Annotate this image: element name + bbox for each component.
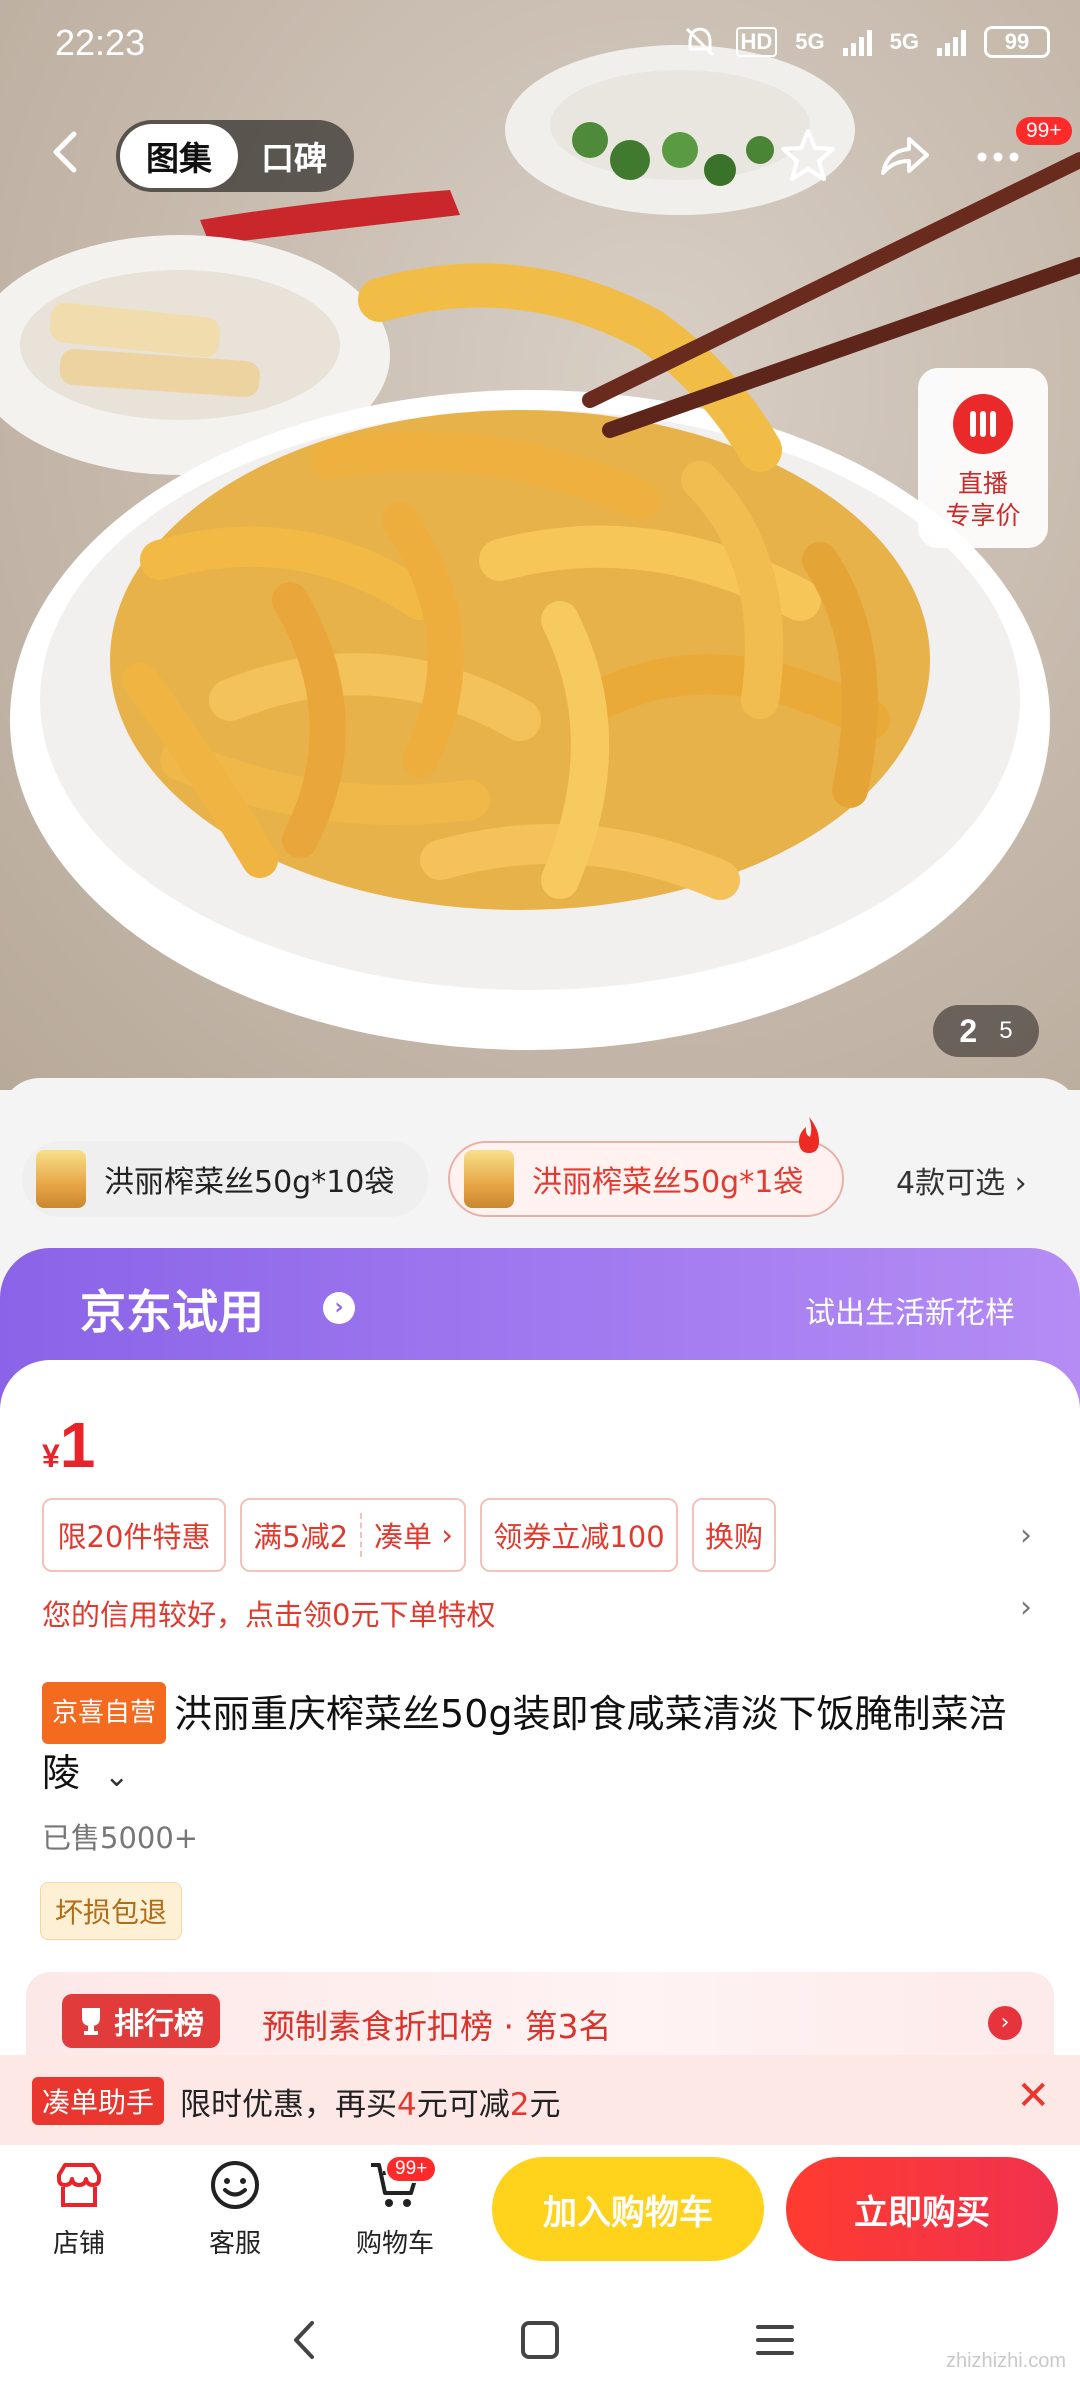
cart-label: 购物车 <box>355 2229 434 2259</box>
price-value: 1 <box>59 1409 96 1481</box>
chevron-right-icon[interactable]: › <box>1020 1518 1032 1553</box>
signal-icon-2 <box>937 28 966 56</box>
product-title: 洪丽重庆榨菜丝50g装即食咸菜清淡下饭腌制菜涪陵 <box>42 1692 1007 1795</box>
expand-chevron-icon[interactable]: ⌄ <box>104 1759 129 1794</box>
promo-bundle-label: 凑单 <box>374 1520 433 1554</box>
sold-count: 已售5000+ <box>42 1821 199 1855</box>
signal-icon <box>842 28 872 56</box>
promo-exchange[interactable]: 换购 <box>692 1498 776 1572</box>
live-price-card[interactable]: 直播 专享价 <box>918 368 1048 548</box>
live-sub-label: 专享价 <box>945 501 1021 530</box>
store-icon <box>57 2163 101 2207</box>
promo-limited-deal[interactable]: 限20件特惠 <box>42 1498 226 1572</box>
system-home-icon[interactable] <box>515 2315 565 2365</box>
system-navigation-bar <box>0 2285 1080 2400</box>
live-label: 直播 <box>957 469 1008 498</box>
system-back-icon[interactable] <box>280 2315 330 2365</box>
credit-notice[interactable]: 您的信用较好，点击领0元下单特权 <box>42 1592 495 1634</box>
variant-thumbnail <box>464 1150 514 1208</box>
buy-now-button[interactable]: 立即购买 <box>786 2157 1058 2261</box>
message-badge: 99+ <box>1016 117 1072 145</box>
variant-chip-10-pack[interactable]: 洪丽榨菜丝50g*10袋 <box>22 1141 428 1217</box>
customer-service-button[interactable]: 客服 <box>180 2157 290 2260</box>
ranking-tag: 排行榜 <box>62 1994 220 2048</box>
cart-count-badge: 99+ <box>385 2155 438 2183</box>
price: ¥1 <box>42 1408 95 1482</box>
image-pager: 2 5 <box>933 1005 1039 1057</box>
trophy-icon <box>82 2008 100 2035</box>
promo-label: 满5减2 <box>253 1520 349 1554</box>
gallery-review-switch: 图集 口碑 <box>116 120 354 192</box>
mute-bell-icon <box>685 27 714 57</box>
tab-reviews[interactable]: 口碑 <box>238 132 350 180</box>
bundle-helper-bar[interactable]: 凑单助手 限时优惠，再买4元可减2元 ✕ <box>0 2055 1080 2145</box>
live-icon <box>953 394 1013 454</box>
more-variants-label: 4款可选 <box>896 1166 1006 1201</box>
promo-label: 换购 <box>704 1520 763 1554</box>
trial-subtitle: 试出生活新花样 <box>805 1296 1015 1331</box>
promo-spend-discount[interactable]: 满5减2 凑单 › <box>240 1498 466 1572</box>
damage-return-tag: 坏损包退 <box>40 1882 183 1940</box>
variant-label: 洪丽榨菜丝50g*1袋 <box>532 1165 804 1200</box>
promo-label: 限20件特惠 <box>57 1520 211 1554</box>
variant-chip-1-pack[interactable]: 洪丽榨菜丝50g*1袋 <box>448 1141 844 1217</box>
pager-current: 2 <box>959 1012 978 1049</box>
system-menu-icon[interactable] <box>750 2315 800 2365</box>
hot-flame-icon <box>799 1117 819 1153</box>
bundle-helper-tag: 凑单助手 <box>32 2077 165 2125</box>
battery-icon: 99 <box>984 26 1050 58</box>
close-icon[interactable]: ✕ <box>1016 2073 1050 2119</box>
pager-total: 5 <box>999 1017 1013 1044</box>
ranking-tag-label: 排行榜 <box>114 2007 204 2042</box>
trial-title: 京东试用 <box>80 1285 264 1339</box>
self-operated-tag: 京喜自营 <box>42 1682 167 1744</box>
store-label: 店铺 <box>52 2229 105 2259</box>
variant-label: 洪丽榨菜丝50g*10袋 <box>104 1165 395 1200</box>
chevron-right-icon: › <box>432 1518 453 1552</box>
service-label: 客服 <box>208 2229 261 2259</box>
back-arrow-icon[interactable] <box>40 122 90 182</box>
network-5g-label: 5G <box>795 29 825 54</box>
status-time: 22:23 <box>55 22 146 63</box>
chevron-right-icon[interactable]: › <box>1020 1590 1032 1625</box>
star-favorite-icon[interactable] <box>778 125 838 185</box>
watermark: zhizhizhi.com <box>945 2350 1066 2372</box>
promo-label: 领券立减100 <box>493 1520 665 1554</box>
ranking-text: 预制素食折扣榜 · 第3名 <box>262 2007 612 2046</box>
hd-label: HD <box>735 27 778 57</box>
tab-gallery[interactable]: 图集 <box>120 124 238 188</box>
bundle-helper-message: 限时优惠，再买4元可减2元 <box>180 2087 561 2123</box>
status-icons: HD 5G 5G 99 <box>682 24 1050 60</box>
more-variants-link[interactable]: 4款可选 › <box>896 1158 1027 1202</box>
chevron-right-circle-icon: › <box>988 2006 1022 2040</box>
share-icon[interactable] <box>873 125 933 185</box>
variant-thumbnail <box>36 1150 86 1208</box>
currency-symbol: ¥ <box>42 1438 60 1474</box>
promo-coupon[interactable]: 领券立减100 <box>480 1498 678 1572</box>
promo-divider <box>360 1513 363 1557</box>
status-bar: 22:23 HD 5G 5G 99 <box>0 0 1080 90</box>
network-5g-label-2: 5G <box>889 29 919 54</box>
product-title-block: 京喜自营 洪丽重庆榨菜丝50g装即食咸菜清淡下饭腌制菜涪陵 ⌄ <box>42 1682 1042 1806</box>
service-smile-icon <box>211 2161 259 2209</box>
chevron-right-icon: › <box>1014 1166 1027 1201</box>
store-button[interactable]: 店铺 <box>24 2157 134 2260</box>
chevron-right-circle-icon: › <box>323 1292 355 1324</box>
add-to-cart-button[interactable]: 加入购物车 <box>492 2157 764 2261</box>
